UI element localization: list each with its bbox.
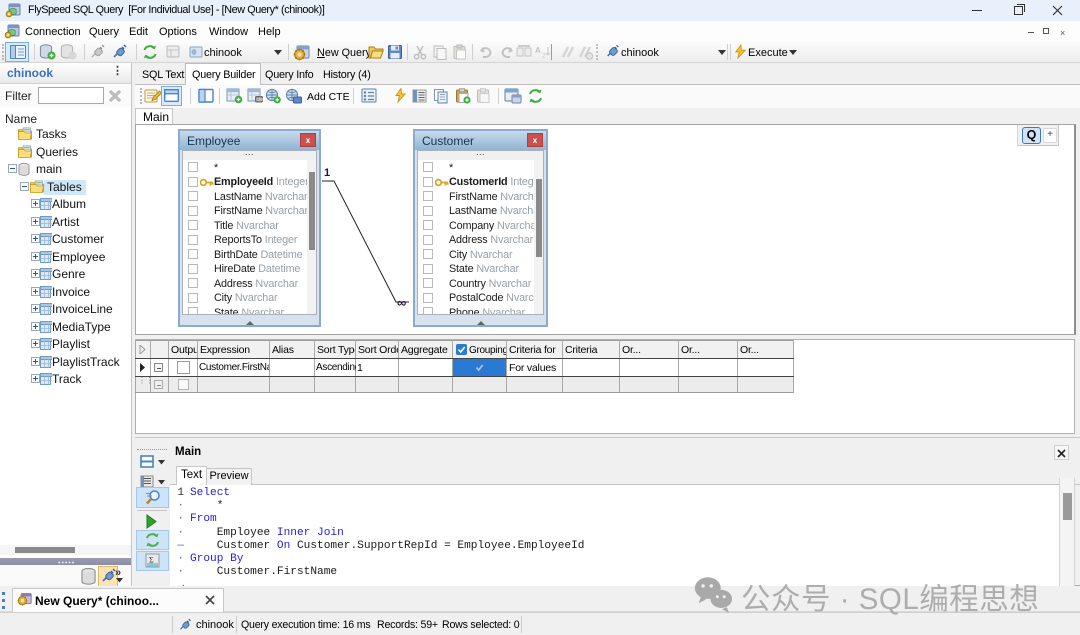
svg-text:A: A [535, 46, 541, 55]
svg-text:Σ: Σ [149, 556, 154, 565]
svg-text:∞: ∞ [397, 295, 406, 310]
svg-text:cte: cte [257, 97, 264, 103]
svg-text:z: z [542, 51, 546, 60]
svg-text:1: 1 [324, 167, 330, 179]
